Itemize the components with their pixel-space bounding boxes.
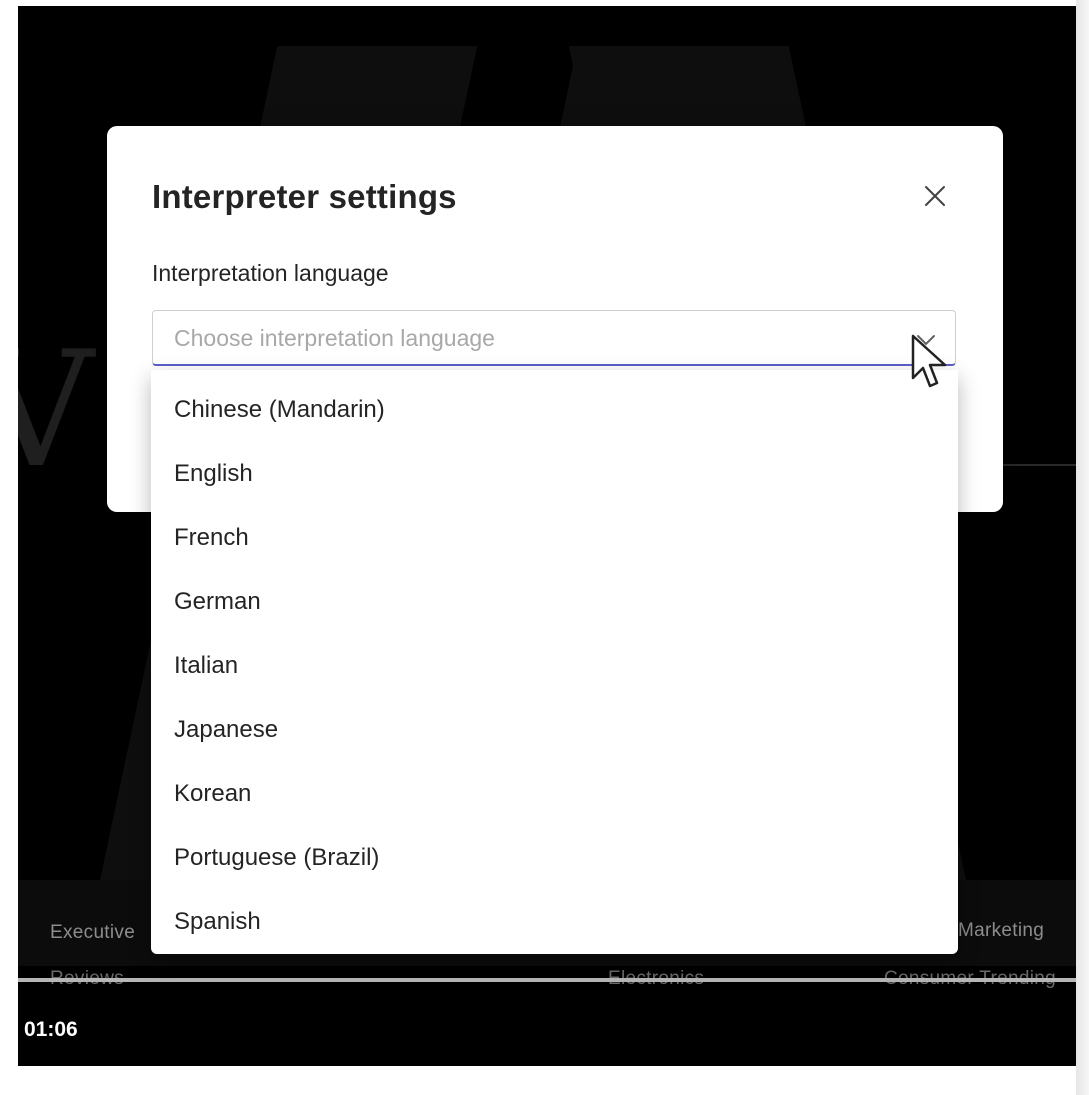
- ticker-text: Executive: [50, 922, 136, 943]
- language-option-english[interactable]: English: [151, 440, 958, 504]
- language-option-spanish[interactable]: Spanish: [151, 888, 958, 952]
- interpretation-language-label: Interpretation language: [152, 260, 389, 286]
- ticker-divider: [18, 978, 1076, 982]
- language-dropdown-list: Chinese (Mandarin) English French German…: [151, 370, 958, 954]
- close-button[interactable]: [919, 180, 951, 212]
- mouse-pointer-icon: [911, 334, 947, 388]
- select-placeholder: Choose interpretation language: [174, 325, 495, 351]
- close-icon: [925, 186, 945, 206]
- dialog-title: Interpreter settings: [152, 178, 457, 215]
- page-scroll-edge: [1076, 0, 1089, 1095]
- language-option-italian[interactable]: Italian: [151, 632, 958, 696]
- video-time-label: 01:06: [24, 1018, 78, 1041]
- ticker-text: Marketing: [958, 920, 1045, 941]
- language-option-french[interactable]: French: [151, 504, 958, 568]
- language-option-german[interactable]: German: [151, 568, 958, 632]
- language-option-japanese[interactable]: Japanese: [151, 696, 958, 760]
- interpretation-language-select[interactable]: Choose interpretation language: [152, 310, 956, 366]
- language-option-chinese-mandarin[interactable]: Chinese (Mandarin): [151, 376, 958, 440]
- language-option-portuguese-brazil[interactable]: Portuguese (Brazil): [151, 824, 958, 888]
- language-option-korean[interactable]: Korean: [151, 760, 958, 824]
